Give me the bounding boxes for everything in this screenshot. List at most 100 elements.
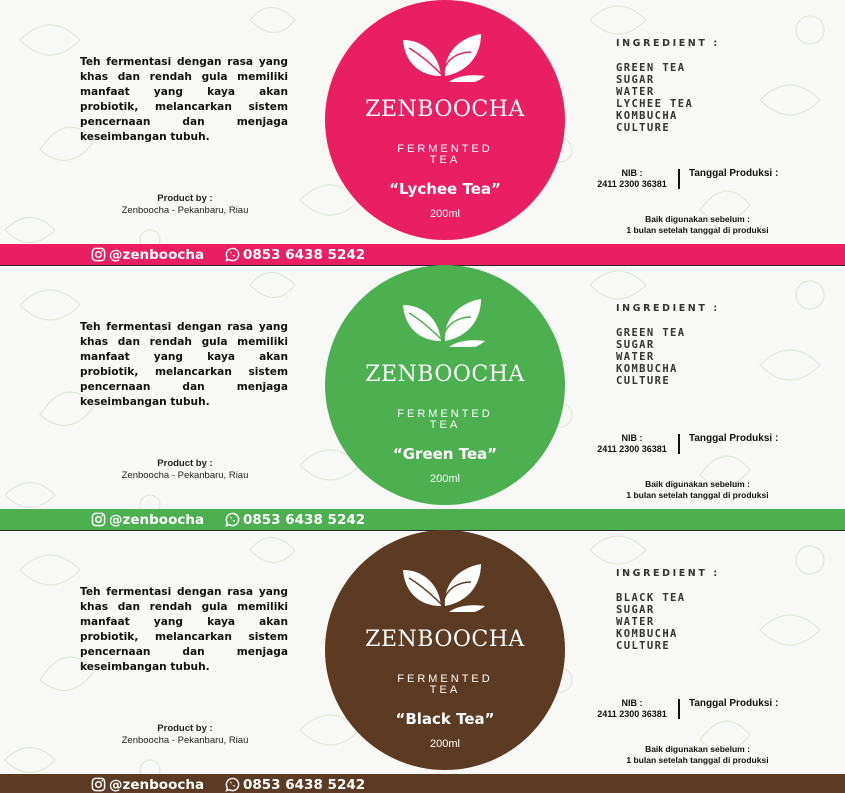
contact-band: @zenboocha 0853 6438 5242	[0, 509, 845, 530]
ingredient-item: GREEN TEA	[616, 327, 686, 339]
product-by-label: Product by :	[157, 193, 213, 204]
whatsapp-contact[interactable]: 0853 6438 5242	[225, 776, 365, 793]
ingredient-item: SUGAR	[616, 339, 655, 351]
label-black-tea: Teh fermentasi dengan rasa yang khas dan…	[0, 530, 845, 793]
instagram-contact[interactable]: @zenboocha	[91, 246, 204, 263]
product-description: Teh fermentasi dengan rasa yang khas dan…	[80, 56, 288, 143]
flavor-name: “Black Tea”	[395, 710, 495, 728]
instagram-icon	[91, 777, 106, 792]
ingredient-item: LYCHEE TEA	[616, 98, 694, 110]
ingredient-item: KOMBUCHA	[616, 110, 678, 122]
ingredient-item: SUGAR	[616, 74, 655, 86]
best-before: Baik digunakan sebelum : 1 bulan setelah…	[610, 744, 785, 766]
whatsapp-contact[interactable]: 0853 6438 5242	[225, 511, 365, 528]
best-before-line2: 1 bulan setelah tanggal di produksi	[626, 225, 769, 235]
instagram-icon	[91, 247, 106, 262]
flavor-name: “Lychee Tea”	[389, 180, 501, 198]
instagram-handle: @zenboocha	[109, 511, 205, 528]
best-before: Baik digunakan sebelum : 1 bulan setelah…	[610, 479, 785, 501]
ingredient-list: GREEN TEA SUGAR WATER LYCHEE TEA KOMBUCH…	[616, 62, 693, 134]
nib-block: NIB : 2411 2300 36381	[586, 168, 678, 190]
product-description: Teh fermentasi dengan rasa yang khas dan…	[80, 321, 288, 408]
nib-divider	[678, 434, 680, 454]
nib-label: NIB :	[621, 168, 643, 178]
best-before-line1: Baik digunakan sebelum :	[645, 214, 750, 224]
instagram-icon	[91, 512, 106, 527]
volume: 200ml	[430, 208, 460, 220]
brand-name: ZENBOOCHA	[365, 97, 525, 122]
label-lychee: Teh fermentasi dengan rasa yang khas dan…	[0, 0, 845, 265]
nib-divider	[678, 169, 680, 189]
instagram-contact[interactable]: @zenboocha	[91, 776, 204, 793]
phone-number: 0853 6438 5242	[243, 776, 366, 793]
product-description: Teh fermentasi dengan rasa yang khas dan…	[80, 586, 288, 673]
cut-line	[0, 265, 845, 266]
ingredient-item: CULTURE	[616, 375, 671, 387]
ingredient-item: WATER	[616, 351, 655, 363]
tea-leaf-icon	[403, 299, 485, 347]
instagram-contact[interactable]: @zenboocha	[91, 511, 204, 528]
ingredient-list: GREEN TEA SUGAR WATER KOMBUCHA CULTURE	[616, 327, 686, 387]
flavor-name: “Green Tea”	[392, 445, 498, 463]
nib-value: 2411 2300 36381	[597, 709, 667, 719]
producer-name: Zenboocha - Pekanbaru, Riau	[121, 470, 249, 481]
producer-info: Product by : Zenboocha - Pekanbaru, Riau	[80, 458, 290, 482]
phone-number: 0853 6438 5242	[243, 511, 366, 528]
nib-label: NIB :	[621, 433, 643, 443]
instagram-handle: @zenboocha	[109, 246, 205, 263]
production-date-label: Tanggal Produksi :	[689, 168, 779, 179]
volume: 200ml	[430, 738, 460, 750]
subtitle-line2: TEA	[429, 419, 461, 431]
best-before: Baik digunakan sebelum : 1 bulan setelah…	[610, 214, 785, 236]
nib-divider	[678, 699, 680, 719]
tea-leaf-icon	[403, 564, 485, 612]
whatsapp-contact[interactable]: 0853 6438 5242	[225, 246, 365, 263]
ingredient-list: BLACK TEA SUGAR WATER KOMBUCHA CULTURE	[616, 592, 686, 652]
label-green-tea: Teh fermentasi dengan rasa yang khas dan…	[0, 265, 845, 530]
best-before-line2: 1 bulan setelah tanggal di produksi	[626, 755, 769, 765]
cut-line	[0, 530, 845, 531]
nib-block: NIB : 2411 2300 36381	[586, 698, 678, 720]
subtitle-line2: TEA	[429, 154, 461, 166]
nib-value: 2411 2300 36381	[597, 179, 667, 189]
contact-band: @zenboocha 0853 6438 5242	[0, 774, 845, 793]
subtitle: FERMENTED TEA	[325, 674, 565, 696]
contact-band: @zenboocha 0853 6438 5242	[0, 244, 845, 265]
best-before-line2: 1 bulan setelah tanggal di produksi	[626, 490, 769, 500]
producer-info: Product by : Zenboocha - Pekanbaru, Riau	[80, 193, 290, 217]
brand-name: ZENBOOCHA	[365, 627, 525, 652]
whatsapp-icon	[225, 512, 240, 527]
ingredient-item: CULTURE	[616, 122, 671, 134]
ingredient-item: KOMBUCHA	[616, 628, 678, 640]
production-date-label: Tanggal Produksi :	[689, 698, 779, 709]
ingredient-title: INGREDIENT :	[616, 303, 720, 314]
brand-circle: ZENBOOCHA FERMENTED TEA “Green Tea” 200m…	[325, 265, 565, 505]
brand-circle: ZENBOOCHA FERMENTED TEA “Lychee Tea” 200…	[325, 0, 565, 240]
nib-value: 2411 2300 36381	[597, 444, 667, 454]
brand-name: ZENBOOCHA	[365, 362, 525, 387]
producer-name: Zenboocha - Pekanbaru, Riau	[121, 735, 249, 746]
instagram-handle: @zenboocha	[109, 776, 205, 793]
ingredient-item: BLACK TEA	[616, 592, 686, 604]
ingredient-item: WATER	[616, 616, 655, 628]
volume: 200ml	[430, 473, 460, 485]
production-date-label: Tanggal Produksi :	[689, 433, 779, 444]
nib-label: NIB :	[621, 698, 643, 708]
tea-leaf-icon	[403, 34, 485, 82]
subtitle-line2: TEA	[429, 684, 461, 696]
brand-circle: ZENBOOCHA FERMENTED TEA “Black Tea” 200m…	[325, 530, 565, 770]
best-before-line1: Baik digunakan sebelum :	[645, 744, 750, 754]
product-by-label: Product by :	[157, 458, 213, 469]
subtitle: FERMENTED TEA	[325, 409, 565, 431]
ingredient-item: GREEN TEA	[616, 62, 686, 74]
ingredient-item: KOMBUCHA	[616, 363, 678, 375]
ingredient-item: SUGAR	[616, 604, 655, 616]
ingredient-title: INGREDIENT :	[616, 38, 720, 49]
ingredient-item: WATER	[616, 86, 655, 98]
best-before-line1: Baik digunakan sebelum :	[645, 479, 750, 489]
producer-info: Product by : Zenboocha - Pekanbaru, Riau	[80, 723, 290, 747]
nib-block: NIB : 2411 2300 36381	[586, 433, 678, 455]
subtitle: FERMENTED TEA	[325, 144, 565, 166]
ingredient-item: CULTURE	[616, 640, 671, 652]
whatsapp-icon	[225, 777, 240, 792]
